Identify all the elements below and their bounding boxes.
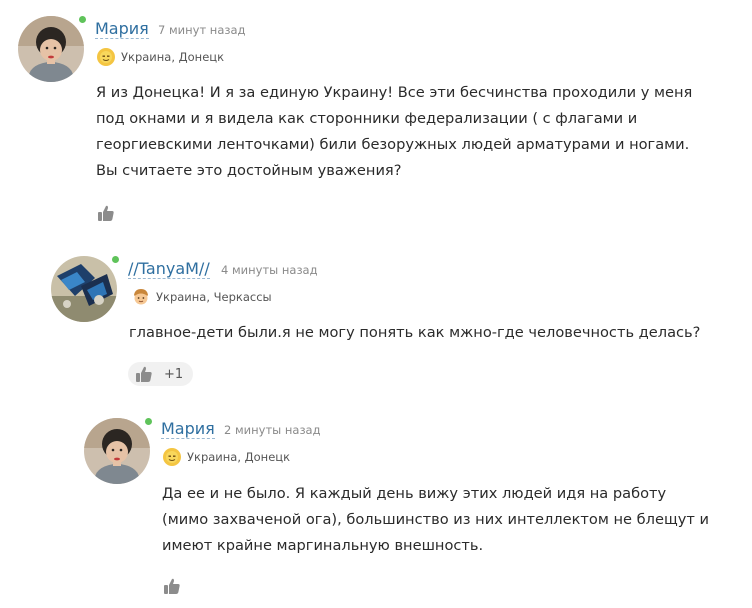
sun-emoji-icon (97, 48, 115, 66)
thumbs-up-icon (164, 578, 180, 594)
online-status-dot (144, 417, 153, 426)
face-emoji-icon (134, 289, 148, 305)
user-avatar-maria-image (18, 16, 84, 82)
location-text: Украина, Донецк (121, 50, 225, 64)
thumbs-up-icon (136, 366, 152, 382)
location-text: Украина, Черкассы (156, 290, 272, 304)
online-status-dot (78, 15, 87, 24)
avatar[interactable] (84, 417, 153, 484)
comment-text: Да ее и не было. Я каждый день вижу этих… (162, 485, 709, 554)
avatar[interactable] (51, 255, 120, 322)
like-button[interactable]: +1 (128, 362, 194, 386)
author-location: Украина, Донецк (96, 47, 224, 67)
user-avatar-maria-image (84, 418, 150, 484)
comment-timestamp: 7 минут назад (158, 23, 246, 37)
location-text: Украина, Донецк (187, 450, 291, 464)
comment: Мария 7 минут назад Украина, Донецк Я из… (0, 0, 752, 230)
author-location: Украина, Черкассы (131, 287, 272, 307)
comment-text: главное-дети были.я не могу понять как м… (129, 324, 701, 341)
user-avatar-tanyam-image (51, 256, 117, 322)
author-location: Украина, Донецк (162, 447, 290, 467)
comment-reply: //TanyaM// 4 минуты назад Украина, Черка… (0, 240, 752, 390)
comment-reply: Мария 2 минуты назад Украина, Донецк Да … (0, 402, 752, 608)
comment-text: Я из Донецка! И я за единую Украину! Все… (96, 84, 693, 179)
like-button[interactable] (162, 574, 182, 598)
comment-timestamp: 2 минуты назад (224, 423, 321, 437)
thumbs-up-icon (98, 205, 114, 221)
comment-timestamp: 4 минуты назад (221, 263, 318, 277)
author-name-link[interactable]: //TanyaM// (128, 260, 210, 279)
author-name-link[interactable]: Мария (161, 420, 215, 439)
online-status-dot (111, 255, 120, 264)
like-button[interactable] (96, 201, 116, 225)
author-name-link[interactable]: Мария (95, 20, 149, 39)
avatar[interactable] (18, 15, 87, 82)
like-count: +1 (164, 366, 184, 382)
sun-emoji-icon (163, 448, 181, 466)
